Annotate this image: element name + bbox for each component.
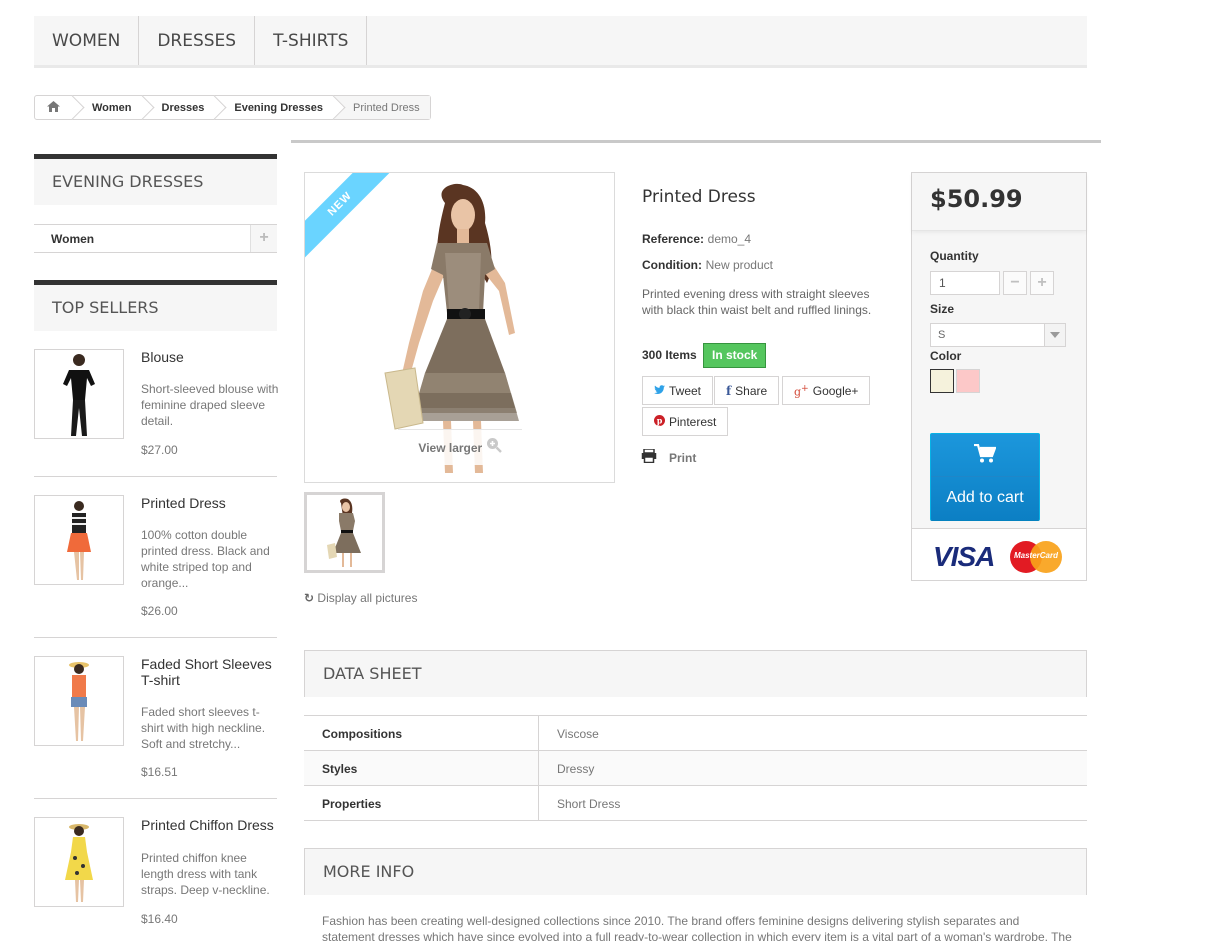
product-price: $16.51 bbox=[141, 765, 178, 779]
quantity-label: Quantity bbox=[930, 249, 979, 263]
table-row: Compositions Viscose bbox=[304, 716, 1087, 751]
condition-row: Condition: New product bbox=[642, 258, 773, 272]
table-row: Properties Short Dress bbox=[304, 786, 1087, 821]
more-info-text: Fashion has been creating well-designed … bbox=[322, 914, 1072, 941]
color-label: Color bbox=[930, 349, 962, 363]
facebook-icon: f bbox=[726, 383, 732, 398]
breadcrumb-current: Printed Dress bbox=[335, 96, 430, 119]
refresh-icon: ↻ bbox=[304, 591, 315, 605]
svg-text:p: p bbox=[657, 415, 663, 425]
share-button[interactable]: f Share bbox=[714, 376, 780, 405]
product-name[interactable]: Faded Short Sleeves T-shirt bbox=[141, 656, 277, 688]
product-description: Printed evening dress with straight slee… bbox=[642, 287, 872, 317]
top-seller-item: Printed Chiffon Dress Printed chiffon kn… bbox=[34, 817, 277, 937]
breadcrumb-home[interactable] bbox=[35, 96, 74, 119]
quantity-plus-button[interactable]: + bbox=[1030, 271, 1054, 295]
product-thumbnail[interactable] bbox=[34, 349, 124, 439]
table-row: Styles Dressy bbox=[304, 751, 1087, 786]
reference-row: Reference: demo_4 bbox=[642, 232, 752, 246]
product-description: Short-sleeved blouse with feminine drape… bbox=[141, 382, 279, 428]
data-sheet-title: Data sheet bbox=[304, 650, 1087, 697]
google-plus-icon: g+ bbox=[794, 382, 809, 399]
size-select[interactable]: S bbox=[930, 323, 1066, 347]
product-price: $26.00 bbox=[141, 604, 178, 618]
product-thumbnail-selected[interactable] bbox=[304, 492, 385, 573]
product-thumbnail[interactable] bbox=[34, 495, 124, 585]
pinterest-icon: p bbox=[654, 414, 665, 429]
divider bbox=[34, 476, 277, 477]
home-icon bbox=[47, 100, 60, 115]
cart-icon bbox=[931, 434, 1039, 477]
product-name[interactable]: Blouse bbox=[141, 349, 277, 365]
content-top-divider bbox=[291, 140, 1101, 143]
product-name[interactable]: Printed Chiffon Dress bbox=[141, 817, 277, 833]
breadcrumb-evening-dresses[interactable]: Evening Dresses bbox=[216, 96, 335, 119]
product-main-image[interactable]: New View larger bbox=[304, 172, 615, 483]
tweet-button[interactable]: Tweet bbox=[642, 376, 714, 405]
color-swatch-pink[interactable] bbox=[956, 369, 980, 393]
product-price: $27.00 bbox=[141, 443, 178, 457]
pinterest-button[interactable]: p Pinterest bbox=[642, 407, 729, 436]
product-price: $16.40 bbox=[141, 912, 178, 926]
breadcrumb: Women Dresses Evening Dresses Printed Dr… bbox=[34, 95, 431, 120]
top-seller-item: Faded Short Sleeves T-shirt Faded short … bbox=[34, 656, 277, 786]
expand-plus-icon[interactable]: + bbox=[250, 225, 277, 252]
google-plus-button[interactable]: g+ Google+ bbox=[782, 376, 871, 405]
menu-item-dresses[interactable]: Dresses bbox=[139, 16, 256, 65]
display-all-pictures-link[interactable]: ↻ Display all pictures bbox=[304, 591, 417, 605]
condition-value: New product bbox=[705, 258, 773, 272]
menu-item-women[interactable]: Women bbox=[34, 16, 140, 65]
printer-icon bbox=[641, 448, 657, 466]
top-seller-item: Printed Dress 100% cotton double printed… bbox=[34, 495, 277, 625]
product-thumbnail[interactable] bbox=[34, 656, 124, 746]
menu-item-tshirts[interactable]: T-shirts bbox=[255, 16, 368, 65]
mastercard-logo: MasterCard bbox=[1010, 541, 1062, 573]
category-item-women[interactable]: Women + bbox=[34, 224, 277, 253]
category-block-title[interactable]: Evening Dresses bbox=[34, 154, 277, 205]
top-sellers-title[interactable]: Top sellers bbox=[34, 280, 277, 331]
reference-value: demo_4 bbox=[707, 232, 752, 246]
product-description: 100% cotton double printed dress. Black … bbox=[141, 528, 270, 590]
top-menu: Women Dresses T-shirts bbox=[34, 16, 1087, 68]
visa-logo: VISA bbox=[933, 541, 995, 572]
quantity-minus-button[interactable]: − bbox=[1003, 271, 1027, 295]
product-price: $50.99 bbox=[912, 173, 1086, 231]
product-thumbnail[interactable] bbox=[34, 817, 124, 907]
product-name[interactable]: Printed Dress bbox=[141, 495, 277, 511]
product-description: Printed chiffon knee length dress with t… bbox=[141, 851, 270, 897]
divider bbox=[34, 798, 277, 799]
quantity-input[interactable]: 1 bbox=[930, 271, 1000, 295]
buy-box: $50.99 Quantity 1 − + Size S Color Add t… bbox=[911, 172, 1087, 581]
zoom-in-icon bbox=[486, 431, 502, 467]
more-info-title: More info bbox=[304, 848, 1087, 895]
data-sheet-table: Compositions Viscose Styles Dressy Prope… bbox=[304, 715, 1087, 821]
divider bbox=[34, 637, 277, 638]
product-title: Printed Dress bbox=[642, 187, 756, 207]
top-seller-item: Blouse Short-sleeved blouse with feminin… bbox=[34, 349, 279, 469]
items-count: 300 Items bbox=[642, 348, 697, 362]
color-swatch-beige[interactable] bbox=[930, 369, 954, 393]
payment-logos: VISA MasterCard bbox=[912, 528, 1086, 580]
chevron-down-icon bbox=[1044, 324, 1065, 346]
stock-badge: In stock bbox=[703, 343, 767, 368]
add-to-cart-button[interactable]: Add to cart bbox=[930, 433, 1040, 521]
product-description: Faded short sleeves t-shirt with high ne… bbox=[141, 705, 266, 751]
size-label: Size bbox=[930, 302, 955, 316]
print-link[interactable]: Print bbox=[641, 448, 696, 466]
view-larger-button[interactable]: View larger bbox=[398, 429, 522, 465]
twitter-icon bbox=[654, 384, 665, 398]
